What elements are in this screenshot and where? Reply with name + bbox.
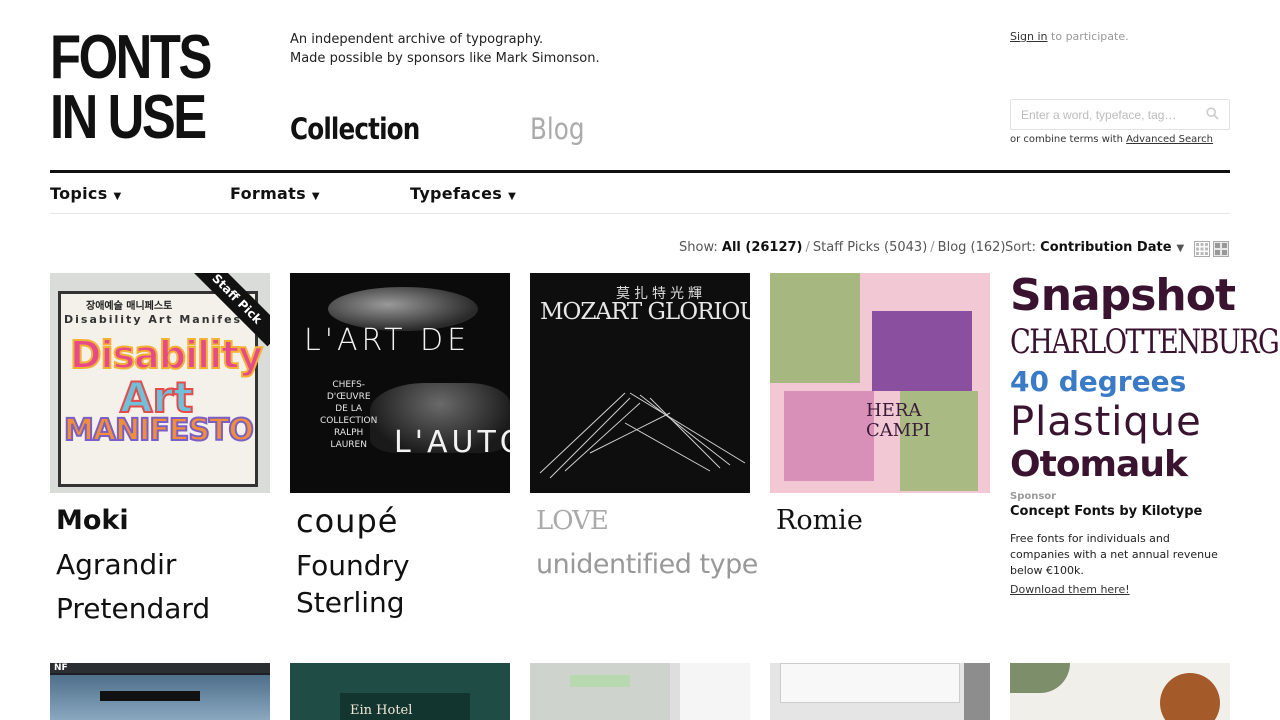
use-card-image[interactable]: NF [50, 663, 270, 720]
poster-word-3: MANIFESTO [63, 412, 255, 449]
chevron-down-icon: ▼ [113, 191, 122, 202]
logo-line-1: FONTS [50, 23, 212, 92]
separator: / [805, 240, 810, 255]
sponsor-download-link[interactable]: Download them here! [1010, 583, 1230, 596]
signin-suffix: to participate. [1047, 30, 1129, 43]
poster-subtitle: Disability Art Manifesto [64, 313, 259, 326]
signin-prompt: Sign in to participate. [1010, 30, 1129, 43]
show-staff-picks[interactable]: Staff Picks (5043) [813, 240, 927, 255]
typeface-link[interactable]: coupé [296, 499, 510, 543]
use-card-image[interactable] [530, 663, 750, 720]
specimen-line: Snapshot [1010, 270, 1236, 321]
packaging-purple [872, 311, 972, 391]
use-card[interactable]: HERA CAMPI Romie [770, 273, 990, 543]
show-blog[interactable]: Blog (162) [938, 240, 1006, 255]
poster-header: 장애예술 매니페스토 [86, 301, 173, 312]
use-card-image[interactable] [770, 663, 990, 720]
packaging-label-1: HERA [866, 400, 922, 421]
sponsor-title[interactable]: Concept Fonts by Kilotype [1010, 504, 1230, 519]
card-image[interactable]: 장애예술 매니페스토 Disability Art Manifesto Disa… [50, 273, 270, 493]
typeface-link[interactable]: unidentified type [536, 543, 758, 587]
signin-link[interactable]: Sign in [1010, 30, 1048, 43]
large-grid-view-icon[interactable] [1213, 241, 1229, 257]
search-input[interactable] [1011, 100, 1196, 129]
nav-collection[interactable]: Collection [290, 112, 420, 146]
sort-control: Sort: Contribution Date ▼ [1005, 240, 1184, 255]
filter-typefaces-label: Typefaces [410, 184, 503, 203]
chevron-down-icon: ▼ [311, 191, 320, 202]
filter-topics-label: Topics [50, 184, 108, 203]
typeface-link[interactable]: Romie [776, 499, 990, 543]
poster-title-line-2: L'AUTO [394, 425, 510, 460]
poster-caption: CHEFS- D'ŒUVRE DE LA COLLECTION RALPH LA… [320, 380, 378, 450]
filter-formats-label: Formats [230, 184, 306, 203]
typeface-link[interactable]: Agrandir [56, 543, 270, 587]
card-text: Ein Hotel [350, 703, 413, 718]
sort-label: Sort: [1005, 240, 1037, 255]
sort-value[interactable]: Contribution Date [1040, 240, 1171, 255]
use-card[interactable]: 장애예술 매니페스토 Disability Art Manifesto Disa… [50, 273, 270, 631]
separator: / [930, 240, 935, 255]
advanced-search-link[interactable]: Advanced Search [1126, 134, 1213, 145]
search-icon[interactable] [1206, 107, 1219, 120]
filter-divider [50, 213, 1230, 214]
use-card[interactable]: 莫扎特光輝 MOZART GLORIOUS LOVE unidentified … [530, 273, 758, 587]
logo-line-2: IN USE [50, 83, 207, 152]
filter-typefaces[interactable]: Typefaces ▼ [410, 184, 516, 203]
use-card-image[interactable]: Ein Hotel [290, 663, 510, 720]
packaging-green [770, 273, 860, 383]
card-image[interactable]: HERA CAMPI [770, 273, 990, 493]
tagline-line-1: An independent archive of typography. [290, 32, 544, 47]
specimen-line: 40 degrees [1010, 365, 1187, 398]
packaging-label-2: CAMPI [866, 420, 931, 441]
typeface-link[interactable]: Pretendard [56, 587, 270, 631]
poster-title-line-1: L'ART DE [304, 323, 471, 358]
use-card[interactable]: L'ART DE CHEFS- D'ŒUVRE DE LA COLLECTION… [290, 273, 510, 621]
card-image[interactable]: L'ART DE CHEFS- D'ŒUVRE DE LA COLLECTION… [290, 273, 510, 493]
card-image[interactable]: 莫扎特光輝 MOZART GLORIOUS [530, 273, 750, 493]
show-all[interactable]: All (26127) [722, 240, 803, 255]
search-hint: or combine terms with Advanced Search [1010, 134, 1213, 145]
packaging-pink [784, 391, 874, 481]
search-hint-text: or combine terms with [1010, 134, 1127, 145]
specimen-line: CHARLOTTENBURG [1010, 322, 1280, 362]
site-logo[interactable]: FONTS IN USE [50, 23, 212, 152]
typeface-link[interactable]: LOVE [536, 499, 750, 543]
nav-blog[interactable]: Blog [530, 112, 584, 146]
poster-title: MOZART GLORIOUS [540, 299, 750, 325]
sponsor-description: Free fonts for individuals and companies… [1010, 532, 1218, 577]
poster-word-1: Disability [69, 332, 264, 378]
grid-view-icon[interactable] [1194, 241, 1210, 257]
specimen-line: Plastique [1010, 399, 1202, 445]
typeface-link[interactable]: Foundry Sterling [296, 547, 506, 621]
typeface-link[interactable]: Moki [56, 499, 270, 543]
specimen-line: Otomauk [1010, 444, 1188, 485]
sponsor-block[interactable]: Snapshot CHARLOTTENBURG 40 degrees Plast… [1010, 270, 1280, 597]
poster-light-rays [539, 392, 746, 479]
use-card-image[interactable] [1010, 663, 1230, 720]
chevron-down-icon: ▼ [508, 191, 517, 202]
sponsor-specimen[interactable]: Snapshot CHARLOTTENBURG 40 degrees Plast… [1010, 270, 1280, 485]
header-divider [50, 170, 1230, 173]
site-tagline: An independent archive of typography. Ma… [290, 30, 600, 68]
filter-topics[interactable]: Topics ▼ [50, 184, 122, 203]
object-silhouette [100, 691, 200, 701]
filter-formats[interactable]: Formats ▼ [230, 184, 320, 203]
show-label: Show: [679, 240, 718, 255]
card-brand: NF [54, 663, 68, 673]
tagline-line-2: Made possible by sponsors like Mark Simo… [290, 51, 600, 66]
chevron-down-icon[interactable]: ▼ [1177, 243, 1185, 254]
packaging-label: HERA CAMPI [866, 401, 930, 441]
search-box [1010, 99, 1230, 130]
show-filter: Show: All (26127) / Staff Picks (5043) / Blo… [679, 240, 1006, 255]
sponsor-label: Sponsor [1010, 491, 1057, 502]
